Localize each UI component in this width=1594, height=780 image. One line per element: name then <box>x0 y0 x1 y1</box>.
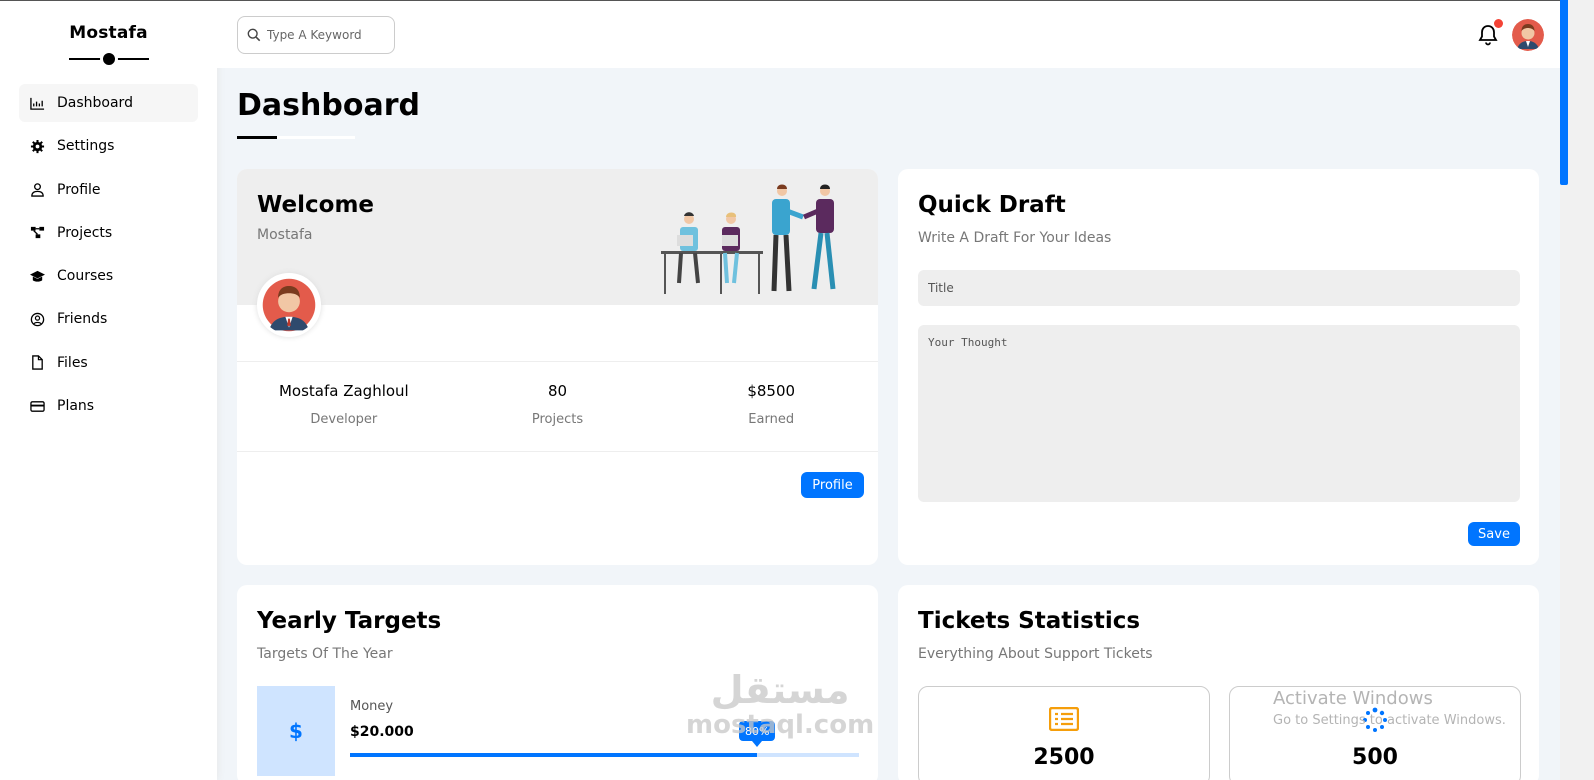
stat-value: 80 <box>547 382 568 400</box>
targets-title: Yearly Targets <box>257 608 442 634</box>
sidebar-item-friends[interactable]: Friends <box>19 300 198 338</box>
sidebar-item-profile[interactable]: Profile <box>19 171 198 209</box>
stat-label: Projects <box>531 412 584 427</box>
quick-draft-card: Quick Draft Write A Draft For Your Ideas… <box>898 169 1539 565</box>
watermark-arabic: مستقل <box>710 668 850 712</box>
welcome-card: Welcome Mostafa Mostafa Zaghloul Develop… <box>237 169 878 565</box>
activate-title: Activate Windows <box>1273 688 1433 709</box>
welcome-subtitle: Mostafa <box>257 227 313 243</box>
diagram-project-icon <box>29 225 45 241</box>
graduation-cap-icon <box>29 268 45 284</box>
activate-windows-notice: Activate Windows Go to Settings to activ… <box>1273 688 1506 728</box>
chart-area-icon <box>29 95 45 111</box>
tickets-title: Tickets Statistics <box>918 608 1141 634</box>
ticket-stat-box: 2500 <box>918 686 1210 780</box>
profile-button[interactable]: Profile <box>801 472 864 498</box>
notification-dot <box>1494 19 1503 28</box>
credit-card-icon <box>29 398 45 414</box>
welcome-banner: Welcome Mostafa <box>237 169 878 305</box>
sidebar-item-label: Profile <box>57 181 101 198</box>
search-icon <box>247 28 261 42</box>
sidebar-item-label: Projects <box>57 224 113 241</box>
sidebar: Mostafa Dashboard Settings Profile Proje… <box>0 0 217 780</box>
draft-title: Quick Draft <box>918 192 1066 218</box>
stat-value: Mostafa Zaghloul <box>278 382 409 400</box>
sidebar-item-label: Friends <box>57 311 108 328</box>
page-title: Dashboard <box>237 88 420 123</box>
target-value: $20.000 <box>350 724 414 740</box>
sidebar-item-courses[interactable]: Courses <box>19 257 198 295</box>
sidebar-item-label: Files <box>57 354 88 371</box>
tickets-statistics-card: Tickets Statistics Everything About Supp… <box>898 585 1539 780</box>
list-icon <box>1049 707 1079 731</box>
sidebar-item-settings[interactable]: Settings <box>19 127 198 165</box>
user-icon <box>29 182 45 198</box>
welcome-title: Welcome <box>257 192 375 218</box>
gear-icon <box>29 138 45 154</box>
welcome-avatar <box>257 273 321 337</box>
target-progress-fill <box>350 753 758 757</box>
sidebar-item-label: Courses <box>57 268 114 285</box>
stat-projects: 80 Projects <box>451 362 665 451</box>
sidebar-item-label: Settings <box>57 138 115 155</box>
brand-decoration <box>68 50 149 68</box>
brand-name: Mostafa <box>69 23 148 43</box>
sidebar-item-files[interactable]: Files <box>19 344 198 382</box>
target-label: Money <box>350 699 394 714</box>
sidebar-item-plans[interactable]: Plans <box>19 387 198 425</box>
draft-thought-textarea[interactable] <box>918 325 1520 502</box>
stat-label: Earned <box>748 412 795 427</box>
stat-earned: $8500 Earned <box>664 362 878 451</box>
ticket-stat-value: 500 <box>1352 745 1398 770</box>
page-scrollbar-thumb[interactable] <box>1560 0 1568 185</box>
draft-title-input[interactable] <box>918 270 1520 306</box>
stat-label: Developer <box>310 412 378 427</box>
top-header <box>217 0 1560 68</box>
avatar[interactable] <box>1512 19 1544 51</box>
welcome-stats: Mostafa Zaghloul Developer 80 Projects $… <box>237 361 878 452</box>
watermark-domain: mostaql.com <box>686 710 875 740</box>
search-box[interactable] <box>237 16 395 54</box>
sidebar-item-label: Plans <box>57 398 95 415</box>
save-button[interactable]: Save <box>1468 522 1520 546</box>
activate-subtitle: Go to Settings to activate Windows. <box>1273 713 1506 728</box>
target-progress-track: 80% <box>350 721 859 757</box>
sidebar-item-projects[interactable]: Projects <box>19 214 198 252</box>
stat-name: Mostafa Zaghloul Developer <box>237 362 451 451</box>
targets-subtitle: Targets Of The Year <box>257 646 393 662</box>
team-illustration <box>661 184 836 294</box>
user-circle-icon <box>29 311 45 327</box>
search-input[interactable] <box>267 28 382 42</box>
stat-value: $8500 <box>747 382 796 400</box>
draft-subtitle: Write A Draft For Your Ideas <box>918 230 1112 246</box>
mostaql-watermark: مستقل mostaql.com <box>686 668 874 738</box>
file-icon <box>29 355 45 371</box>
dollar-icon: $ <box>257 686 335 776</box>
sidebar-item-label: Dashboard <box>57 95 133 111</box>
sidebar-item-dashboard[interactable]: Dashboard <box>19 84 198 122</box>
sidebar-nav: Dashboard Settings Profile Projects Cour… <box>0 84 217 425</box>
tickets-subtitle: Everything About Support Tickets <box>918 646 1153 662</box>
title-underline-accent <box>237 136 277 139</box>
ticket-stat-value: 2500 <box>1033 745 1095 770</box>
